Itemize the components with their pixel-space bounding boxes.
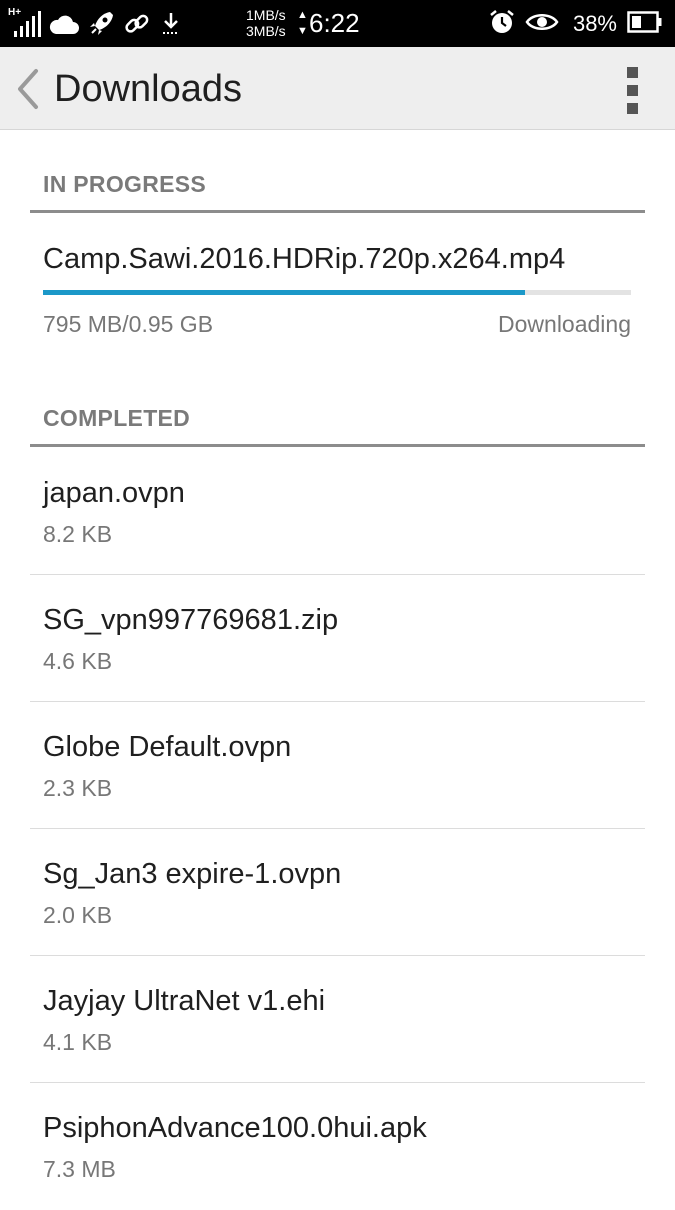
download-progress-text: 795 MB/0.95 GB [43,311,214,337]
list-item[interactable]: Sg_Jan3 expire-1.ovpn 2.0 KB [0,829,675,956]
list-item[interactable]: PsiphonAdvance100.0hui.apk 7.3 MB [0,1083,675,1210]
overflow-menu-button[interactable] [616,65,650,115]
file-name: japan.ovpn [43,477,185,509]
back-button[interactable] [8,65,48,113]
eye-icon [525,11,559,38]
clock: 6:22 [309,8,360,38]
network-type: H+ [8,7,22,18]
download-status: Downloading [498,311,631,337]
upload-speed: 1MB/s [246,7,286,23]
network-speed: 1MB/s 3MB/s [246,7,286,39]
download-progress-bar [43,290,631,295]
in-progress-file-name: Camp.Sawi.2016.HDRip.720p.x264.mp4 [43,243,566,275]
section-divider [30,444,645,447]
download-progress-fill [43,290,526,295]
download-speed: 3MB/s [246,23,286,39]
list-item[interactable]: Jayjay UltraNet v1.ehi 4.1 KB [0,956,675,1083]
download-notification-icon [158,9,184,39]
file-name: Sg_Jan3 expire-1.ovpn [43,858,342,890]
file-name: SG_vpn997769681.zip [43,604,339,636]
file-name: PsiphonAdvance100.0hui.apk [43,1112,427,1144]
cloud-icon [48,12,80,36]
file-size: 2.0 KB [43,902,113,928]
link-icon [122,9,152,39]
file-size: 7.3 MB [43,1156,116,1182]
signal-icon: H+ [8,7,42,39]
in-progress-header: IN PROGRESS [43,171,207,197]
battery-percent: 38% [572,11,617,36]
battery-icon [627,10,663,38]
page-title: Downloads [54,68,242,110]
file-size: 4.1 KB [43,1029,113,1055]
list-item[interactable]: japan.ovpn 8.2 KB [0,448,675,575]
status-icons-right: 38% [489,6,663,42]
status-icons-left: H+ [8,6,190,42]
file-size: 4.6 KB [43,648,113,674]
file-name: Globe Default.ovpn [43,731,292,763]
file-size: 2.3 KB [43,775,113,801]
file-size: 8.2 KB [43,521,113,547]
alarm-icon [489,9,515,40]
traffic-arrows-icon: ▲ ▼ [297,9,308,37]
completed-list: japan.ovpn 8.2 KB SG_vpn997769681.zip 4.… [0,448,675,1210]
file-name: Jayjay UltraNet v1.ehi [43,985,326,1017]
back-chevron-icon [18,69,38,109]
rocket-icon [86,9,116,39]
section-divider [30,210,645,213]
list-item[interactable]: Globe Default.ovpn 2.3 KB [0,702,675,829]
completed-header: COMPLETED [43,405,191,431]
list-item[interactable]: SG_vpn997769681.zip 4.6 KB [0,575,675,702]
app-bar: Downloads [0,47,675,130]
status-bar: H+ 1MB/s 3MB/s ▲ ▼ 6:22 38% [0,0,675,47]
